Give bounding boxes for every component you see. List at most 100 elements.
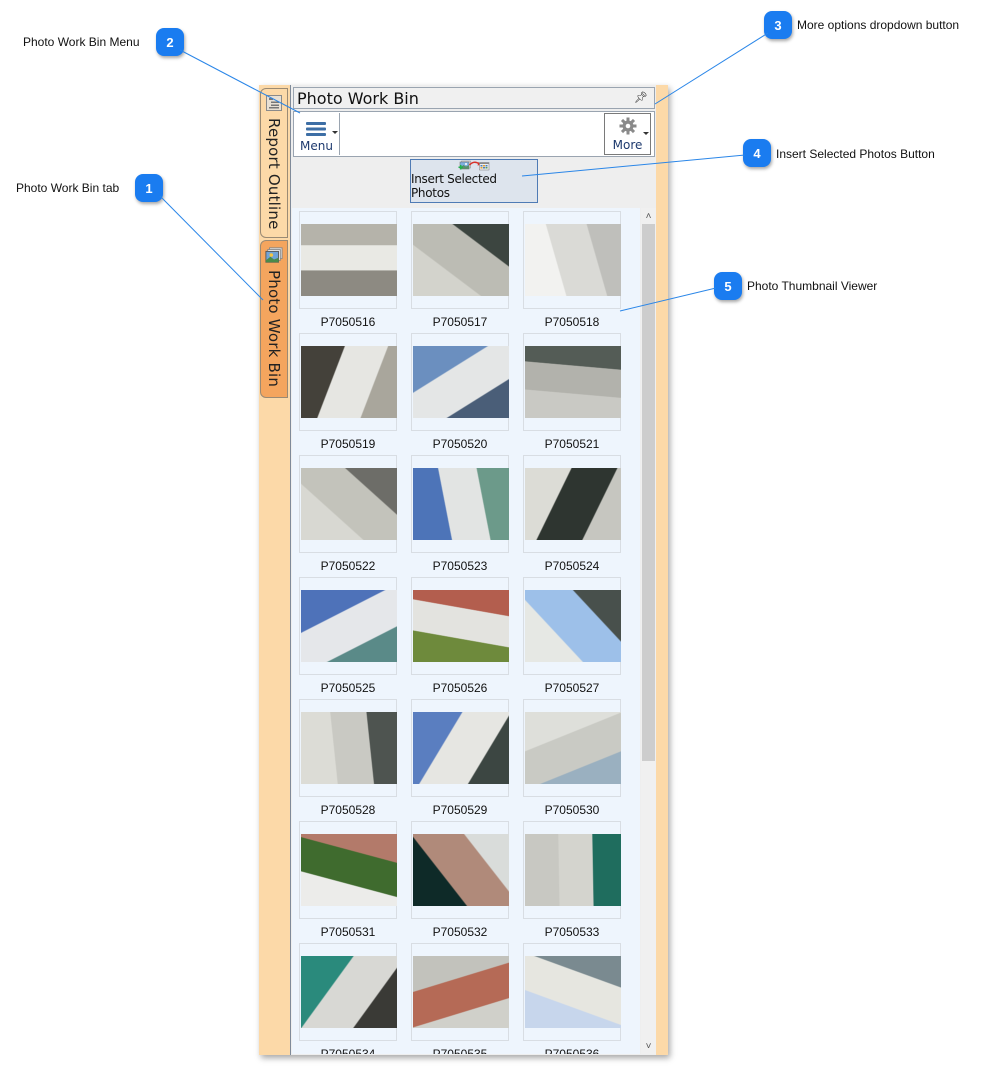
photo-thumbnail[interactable]: P7050516 [299, 211, 397, 333]
scrollbar-thumb[interactable] [642, 224, 655, 761]
photo-image [301, 590, 397, 662]
photo-thumbnail[interactable]: P7050519 [299, 333, 397, 455]
photo-image [301, 834, 397, 906]
thumbnail-frame[interactable] [523, 821, 621, 919]
tab-report-outline-label: Report Outline [265, 118, 283, 230]
thumbnail-frame[interactable] [411, 211, 509, 309]
photo-caption: P7050532 [432, 925, 488, 939]
thumbnail-frame[interactable] [299, 699, 397, 797]
thumbnail-frame[interactable] [299, 821, 397, 919]
thumbnail-frame[interactable] [299, 455, 397, 553]
thumbnail-frame[interactable] [411, 821, 509, 919]
photo-image [525, 590, 621, 662]
photo-thumbnail[interactable]: P7050525 [299, 577, 397, 699]
thumbnail-frame[interactable] [299, 211, 397, 309]
photo-thumbnail[interactable]: P7050526 [411, 577, 509, 699]
photo-image [413, 346, 509, 418]
chevron-down-icon [643, 132, 649, 135]
photo-thumbnail[interactable]: P7050535 [411, 943, 509, 1054]
thumbnail-frame[interactable] [523, 455, 621, 553]
thumbnail-frame[interactable] [299, 333, 397, 431]
photo-thumbnail[interactable]: P7050527 [523, 577, 621, 699]
photo-image [301, 346, 397, 418]
photo-caption: P7050530 [544, 803, 600, 817]
photo-caption: P7050524 [544, 559, 600, 573]
photo-thumbnail[interactable]: P7050523 [411, 455, 509, 577]
photo-thumbnail[interactable]: P7050520 [411, 333, 509, 455]
photo-caption: P7050526 [432, 681, 488, 695]
scroll-down-arrow[interactable]: ˅ [641, 1038, 656, 1054]
photo-caption: P7050522 [320, 559, 376, 573]
photo-image [413, 834, 509, 906]
photo-image [413, 590, 509, 662]
panel-title: Photo Work Bin [297, 88, 419, 108]
callout-label-3: More options dropdown button [797, 18, 960, 32]
photo-caption: P7050531 [320, 925, 376, 939]
thumbnail-frame[interactable] [299, 943, 397, 1041]
callout-label-1: Photo Work Bin tab [16, 181, 120, 195]
vertical-scrollbar[interactable]: ˄ ˅ [641, 208, 656, 1054]
callout-badge-4: 4 [743, 139, 771, 167]
scroll-up-arrow[interactable]: ˄ [641, 208, 656, 224]
thumbnail-frame[interactable] [411, 699, 509, 797]
tab-photo-work-bin-label: Photo Work Bin [265, 270, 283, 388]
menu-button-label: Menu [300, 139, 333, 153]
photo-caption: P7050521 [544, 437, 600, 451]
thumbnail-grid: P7050516 P7050517 P7050518 P7050519 P7050520… [299, 211, 621, 1054]
hamburger-icon [305, 122, 326, 136]
photo-image [301, 956, 397, 1028]
callout-badge-3: 3 [764, 11, 792, 39]
menu-button[interactable]: Menu [294, 113, 340, 155]
photo-thumbnail[interactable]: P7050528 [299, 699, 397, 821]
photo-thumbnail[interactable]: P7050534 [299, 943, 397, 1054]
callout-label-4: Insert Selected Photos Button [776, 147, 935, 161]
photo-image [301, 468, 397, 540]
photo-thumbnail[interactable]: P7050522 [299, 455, 397, 577]
panel-right-border [656, 85, 668, 1055]
thumbnail-frame[interactable] [299, 577, 397, 675]
leader-line-3 [654, 32, 769, 105]
thumbnail-frame[interactable] [523, 699, 621, 797]
photo-image [413, 224, 509, 296]
photo-caption: P7050536 [544, 1047, 600, 1054]
thumbnail-frame[interactable] [523, 333, 621, 431]
more-options-button[interactable]: More [604, 113, 651, 155]
photo-image [525, 224, 621, 296]
photo-image [525, 712, 621, 784]
thumbnail-frame[interactable] [411, 577, 509, 675]
photo-thumbnail-viewer[interactable]: P7050516 P7050517 P7050518 P7050519 P7050520… [292, 208, 640, 1054]
photo-caption: P7050516 [320, 315, 376, 329]
photo-thumbnail[interactable]: P7050531 [299, 821, 397, 943]
tab-photo-work-bin[interactable]: Photo Work Bin [260, 240, 288, 398]
insert-selected-photos-label: Insert Selected Photos [411, 172, 497, 200]
photo-image [525, 834, 621, 906]
thumbnail-frame[interactable] [411, 333, 509, 431]
photo-image [301, 224, 397, 296]
pin-icon[interactable]: 📌︎ [634, 91, 648, 104]
photo-image [525, 956, 621, 1028]
tab-report-outline[interactable]: Report Outline [260, 88, 288, 238]
photo-thumbnail[interactable]: P7050532 [411, 821, 509, 943]
photo-thumbnail[interactable]: P7050530 [523, 699, 621, 821]
photo-thumbnail[interactable]: P7050521 [523, 333, 621, 455]
photo-caption: P7050527 [544, 681, 600, 695]
photo-thumbnail[interactable]: P7050517 [411, 211, 509, 333]
photo-thumbnail[interactable]: P7050529 [411, 699, 509, 821]
panel-toolbar: Menu More [293, 111, 655, 157]
insert-selected-photos-button[interactable]: Insert Selected Photos [410, 159, 538, 203]
thumbnail-frame[interactable] [411, 943, 509, 1041]
thumbnail-frame[interactable] [523, 943, 621, 1041]
thumbnail-frame[interactable] [411, 455, 509, 553]
more-button-label: More [612, 138, 643, 152]
photo-thumbnail[interactable]: P7050533 [523, 821, 621, 943]
thumbnail-frame[interactable] [523, 577, 621, 675]
photo-caption: P7050517 [432, 315, 488, 329]
thumbnail-frame[interactable] [523, 211, 621, 309]
photo-thumbnail[interactable]: P7050524 [523, 455, 621, 577]
callout-label-5: Photo Thumbnail Viewer [747, 279, 878, 293]
photo-work-bin-panel: Report Outline Photo Work Bin Photo Work… [259, 85, 668, 1055]
callout-badge-5: 5 [714, 272, 742, 300]
photo-image [413, 956, 509, 1028]
photo-thumbnail[interactable]: P7050518 [523, 211, 621, 333]
photo-thumbnail[interactable]: P7050536 [523, 943, 621, 1054]
